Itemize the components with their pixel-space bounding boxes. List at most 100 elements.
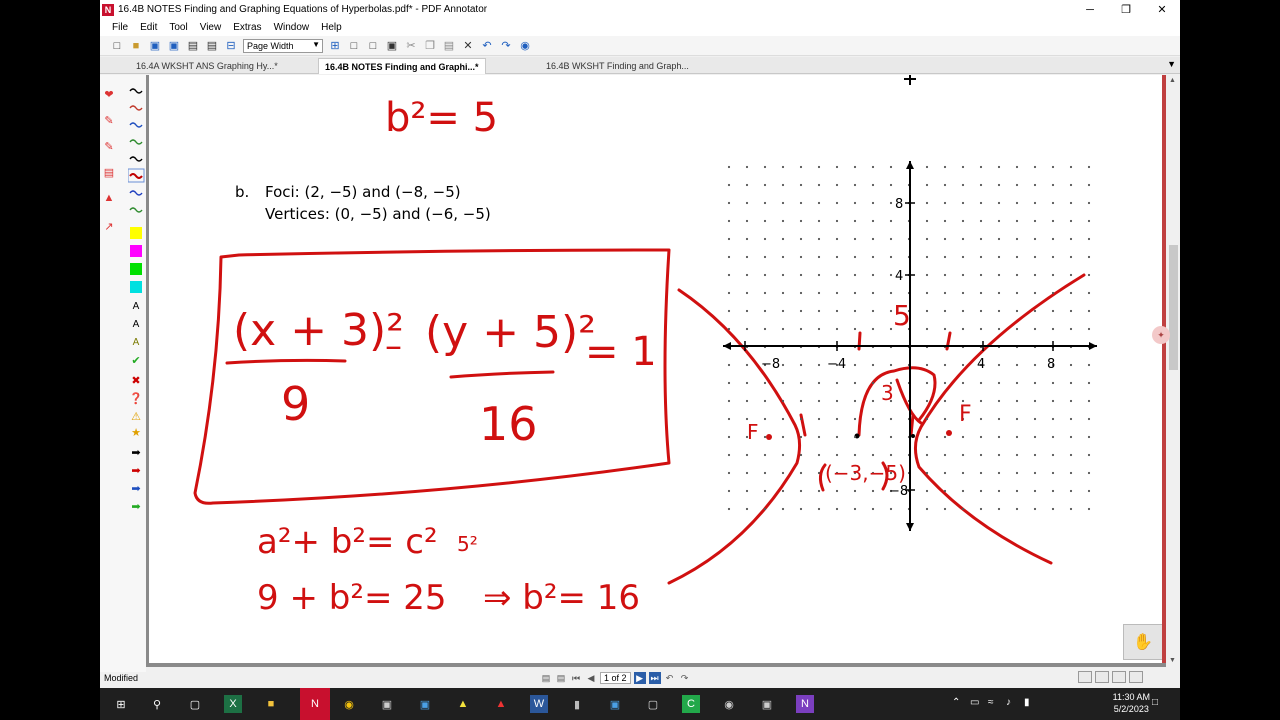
pen-preset-0[interactable]: [129, 88, 143, 94]
windows-start-icon[interactable]: ⊞: [112, 695, 130, 713]
app-icon-4[interactable]: ▲: [454, 695, 472, 713]
tab-16-4b-wksht[interactable]: 16.4B WKSHT Finding and Graph...: [540, 58, 695, 74]
word-icon[interactable]: W: [530, 695, 548, 713]
zoom-select[interactable]: Page Width ▼: [243, 38, 323, 53]
star-stamp-icon[interactable]: ★: [129, 425, 143, 439]
menu-tool[interactable]: Tool: [169, 22, 187, 33]
cut-icon[interactable]: ✂: [404, 39, 418, 53]
arrow-tool-icon[interactable]: ↗: [102, 219, 116, 233]
arrow-preset-red-icon[interactable]: ➡: [129, 463, 143, 477]
pen-preset-1[interactable]: [129, 105, 143, 111]
tray-chevron-icon[interactable]: ⌃: [952, 697, 960, 708]
paste-icon[interactable]: ▤: [442, 39, 456, 53]
tray-volume-icon[interactable]: ♪: [1006, 697, 1011, 708]
highlighter-preset-0[interactable]: [130, 227, 142, 239]
previous-page-icon[interactable]: ◀: [585, 672, 597, 684]
open-folder-icon[interactable]: ■: [129, 39, 143, 53]
print-icon[interactable]: ▤: [186, 39, 200, 53]
view-mode-double-icon[interactable]: [1095, 671, 1109, 683]
app-icon-6[interactable]: ▣: [606, 695, 624, 713]
pen-preset-2[interactable]: [129, 122, 143, 128]
x-stamp-icon[interactable]: ✖: [129, 373, 143, 387]
menu-file[interactable]: File: [112, 22, 128, 33]
zoom-in-icon[interactable]: ⊞: [328, 39, 342, 53]
pen-preset-5[interactable]: [129, 173, 143, 179]
view-mode-fit-icon[interactable]: [1112, 671, 1126, 683]
tab-list-icon[interactable]: ▼: [1167, 59, 1176, 69]
minimize-button[interactable]: ─: [1072, 0, 1108, 19]
arrow-preset-blue-icon[interactable]: ➡: [129, 481, 143, 495]
highlighter-preset-1[interactable]: [130, 245, 142, 257]
file-explorer-icon[interactable]: ■: [262, 695, 280, 713]
close-button[interactable]: ✕: [1144, 0, 1180, 19]
chrome-icon[interactable]: ◉: [340, 695, 358, 713]
vertical-scrollbar[interactable]: ▲ ▼: [1166, 75, 1180, 667]
menu-view[interactable]: View: [200, 22, 222, 33]
excel-icon[interactable]: X: [224, 695, 242, 713]
thumbnail-icon[interactable]: ▤: [555, 672, 567, 684]
back-icon[interactable]: ↶: [664, 672, 676, 684]
view-mode-single-icon[interactable]: [1078, 671, 1092, 683]
document-view[interactable]: b. Foci: (2, −5) and (−8, −5) Vertices: …: [146, 75, 1166, 667]
tab-16-4a-wksht-ans[interactable]: 16.4A WKSHT ANS Graphing Hy...*: [130, 58, 284, 74]
page-settings-icon[interactable]: ▤: [205, 39, 219, 53]
pdf-page[interactable]: b. Foci: (2, −5) and (−8, −5) Vertices: …: [149, 75, 1163, 663]
checkmark-stamp-icon[interactable]: ✔: [129, 353, 143, 367]
save-as-icon[interactable]: ▣: [167, 39, 181, 53]
zoom-out-icon[interactable]: ⊟: [224, 39, 238, 53]
continuous-view-icon[interactable]: □: [366, 39, 380, 53]
taskbar-clock[interactable]: 11:30 AM 5/2/2023: [1113, 691, 1150, 715]
text-preset-yellow-icon[interactable]: A: [129, 335, 143, 349]
menu-edit[interactable]: Edit: [140, 22, 157, 33]
scroll-down-icon[interactable]: ▼: [1169, 657, 1176, 664]
stamp-tool-icon[interactable]: ▲: [102, 191, 116, 205]
scrollbar-thumb[interactable]: [1169, 245, 1178, 370]
scroll-up-icon[interactable]: ▲: [1169, 77, 1176, 84]
highlighter-tool-icon[interactable]: ✎: [102, 139, 116, 153]
undo-icon[interactable]: ↶: [480, 39, 494, 53]
pdf-annotator-taskbar-icon[interactable]: N: [300, 688, 330, 720]
question-stamp-icon[interactable]: ❓: [129, 391, 143, 405]
arrow-preset-green-icon[interactable]: ➡: [129, 499, 143, 513]
find-icon[interactable]: ◉: [518, 39, 532, 53]
text-tool-icon[interactable]: ▤: [102, 165, 116, 179]
pen-preset-6[interactable]: [129, 190, 143, 196]
tray-battery-icon[interactable]: ▮: [1024, 697, 1030, 708]
menu-help[interactable]: Help: [321, 22, 342, 33]
first-page-icon[interactable]: ⏮: [570, 672, 582, 684]
app-icon-5[interactable]: ▮: [568, 695, 586, 713]
menu-window[interactable]: Window: [274, 22, 310, 33]
menu-extras[interactable]: Extras: [233, 22, 261, 33]
page-indicator[interactable]: 1 of 2: [600, 672, 631, 684]
hand-tool-button[interactable]: ✋: [1123, 624, 1163, 660]
tray-wifi-icon[interactable]: ≈: [988, 697, 994, 708]
highlighter-preset-3[interactable]: [130, 281, 142, 293]
pen-tool-icon[interactable]: ✎: [102, 113, 116, 127]
warning-stamp-icon[interactable]: ⚠: [129, 409, 143, 423]
forward-icon[interactable]: ↷: [679, 672, 691, 684]
save-icon[interactable]: ▣: [148, 39, 162, 53]
app-icon-9[interactable]: ◉: [720, 695, 738, 713]
delete-icon[interactable]: ✕: [461, 39, 475, 53]
app-icon-8[interactable]: C: [682, 695, 700, 713]
favorites-heart-icon[interactable]: ❤: [102, 87, 116, 101]
onenote-icon[interactable]: N: [796, 695, 814, 713]
next-page-icon[interactable]: ▶: [633, 672, 646, 684]
single-page-view-icon[interactable]: □: [347, 39, 361, 53]
acrobat-icon[interactable]: ▲: [492, 695, 510, 713]
search-icon[interactable]: ⚲: [148, 695, 166, 713]
tray-network-icon[interactable]: ▭: [970, 697, 979, 708]
task-view-icon[interactable]: ▢: [186, 695, 204, 713]
new-document-icon[interactable]: □: [110, 39, 124, 53]
app-icon-7[interactable]: ▢: [644, 695, 662, 713]
app-icon-2[interactable]: ▣: [378, 695, 396, 713]
notifications-icon[interactable]: □: [1152, 697, 1158, 708]
arrow-preset-black-icon[interactable]: ➡: [129, 445, 143, 459]
text-preset-box-icon[interactable]: A: [129, 317, 143, 331]
copy-icon[interactable]: ❐: [423, 39, 437, 53]
maximize-button[interactable]: ❐: [1108, 0, 1144, 19]
scroll-marker-icon[interactable]: ✦: [1152, 326, 1170, 344]
fullscreen-icon[interactable]: ▣: [385, 39, 399, 53]
tab-16-4b-notes[interactable]: 16.4B NOTES Finding and Graphi...*: [318, 58, 486, 74]
text-preset-black-icon[interactable]: A: [129, 299, 143, 313]
